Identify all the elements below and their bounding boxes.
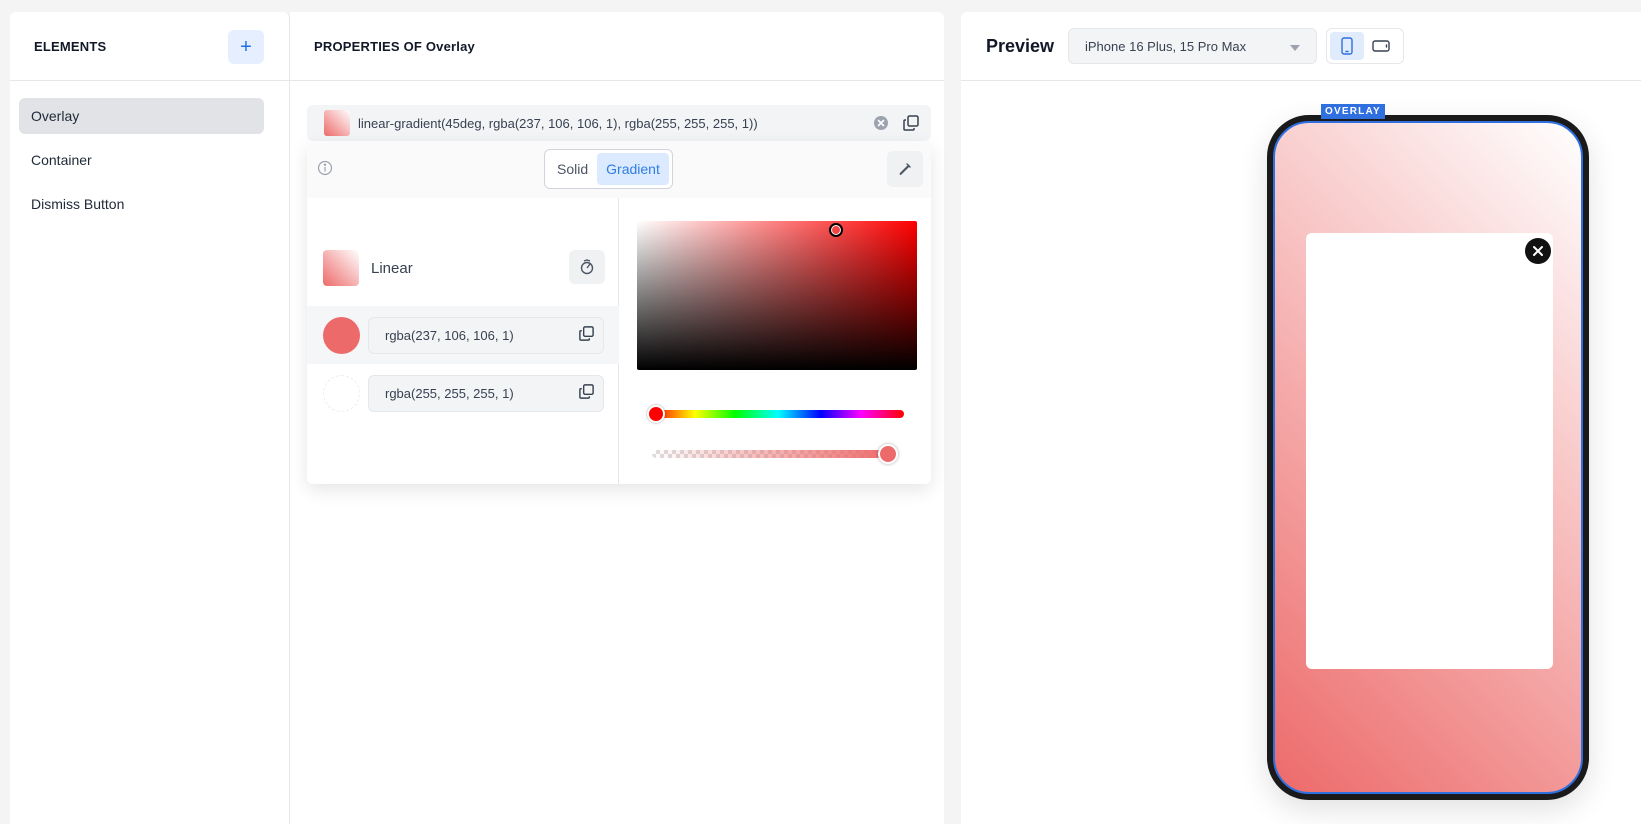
chevron-down-icon (1290, 39, 1300, 54)
copy-icon[interactable] (578, 325, 595, 345)
copy-icon[interactable] (578, 383, 595, 403)
stop-color-text[interactable]: rgba(255, 255, 255, 1) (385, 386, 578, 401)
gradient-stops-panel: Linear rgba(237, 106, 106, 1) rgba(255, … (307, 198, 619, 484)
device-select-value: iPhone 16 Plus, 15 Pro Max (1085, 38, 1247, 54)
properties-title: PROPERTIES OF Overlay (314, 38, 475, 54)
properties-header: PROPERTIES OF Overlay (290, 12, 944, 81)
stop-color-text[interactable]: rgba(237, 106, 106, 1) (385, 328, 578, 343)
eyedropper-icon (899, 163, 911, 176)
hue-handle[interactable] (647, 405, 665, 423)
color-value-text[interactable]: linear-gradient(45deg, rgba(237, 106, 10… (358, 116, 861, 131)
color-swatch[interactable] (324, 110, 350, 136)
copy-icon[interactable] (901, 113, 921, 133)
overlay-preview[interactable] (1273, 121, 1583, 794)
color-value-field[interactable]: linear-gradient(45deg, rgba(237, 106, 10… (307, 105, 931, 141)
phone-landscape-icon (1372, 40, 1390, 52)
saturation-handle[interactable] (828, 222, 843, 237)
plus-icon: + (240, 35, 252, 58)
info-icon[interactable] (317, 160, 333, 181)
rotate-icon (580, 259, 594, 275)
color-picker-popover: Solid Gradient Linear rgba(237, 106, 106… (307, 141, 931, 484)
eyedropper-button[interactable] (887, 151, 923, 187)
gradient-type-row: Linear (323, 250, 605, 286)
preview-panel: Preview iPhone 16 Plus, 15 Pro Max OVERL… (961, 12, 1641, 824)
mode-solid-button[interactable]: Solid (548, 153, 597, 185)
fill-mode-toggle: Solid Gradient (544, 149, 673, 189)
device-select[interactable]: iPhone 16 Plus, 15 Pro Max (1068, 28, 1317, 64)
stop-color-field[interactable]: rgba(237, 106, 106, 1) (368, 316, 604, 354)
rotate-angle-button[interactable] (569, 250, 605, 284)
alpha-handle[interactable] (878, 444, 898, 464)
mode-gradient-button[interactable]: Gradient (597, 153, 669, 185)
dismiss-button-preview[interactable] (1525, 238, 1551, 264)
element-item-overlay[interactable]: Overlay (19, 98, 264, 134)
element-item-label: Overlay (31, 108, 80, 124)
properties-panel: PROPERTIES OF Overlay linear-gradient(45… (290, 12, 944, 824)
close-icon (1533, 246, 1543, 256)
preview-title: Preview (986, 35, 1055, 56)
phone-portrait-icon (1341, 37, 1353, 55)
stop-color-field[interactable]: rgba(255, 255, 255, 1) (368, 374, 604, 412)
saturation-area[interactable] (637, 221, 917, 370)
elements-title: ELEMENTS (34, 38, 107, 54)
gradient-stop-row[interactable]: rgba(237, 106, 106, 1) (307, 306, 619, 364)
element-item-dismiss-button[interactable]: Dismiss Button (19, 186, 264, 222)
element-list: Overlay Container Dismiss Button (19, 98, 264, 230)
orientation-toggle (1326, 28, 1404, 64)
picker-toolbar: Solid Gradient (307, 141, 931, 198)
stop-color-dot[interactable] (323, 374, 360, 412)
clear-icon[interactable] (871, 113, 891, 133)
portrait-button[interactable] (1330, 32, 1364, 60)
gradient-type-label[interactable]: Linear (371, 260, 413, 277)
element-item-label: Dismiss Button (31, 196, 125, 212)
stop-color-dot[interactable] (323, 316, 360, 354)
landscape-button[interactable] (1364, 32, 1398, 60)
container-preview[interactable] (1306, 233, 1553, 669)
gradient-preview-swatch (323, 250, 359, 286)
alpha-slider[interactable] (652, 444, 898, 464)
overlay-selection-tag: OVERLAY (1321, 104, 1385, 119)
element-item-container[interactable]: Container (19, 142, 264, 178)
add-element-button[interactable]: + (228, 30, 264, 64)
gradient-stop-row[interactable]: rgba(255, 255, 255, 1) (307, 364, 619, 422)
device-frame (1267, 115, 1589, 800)
hue-slider[interactable] (647, 405, 904, 423)
elements-panel: ELEMENTS + Overlay Container Dismiss But… (10, 12, 290, 824)
element-item-label: Container (31, 152, 92, 168)
